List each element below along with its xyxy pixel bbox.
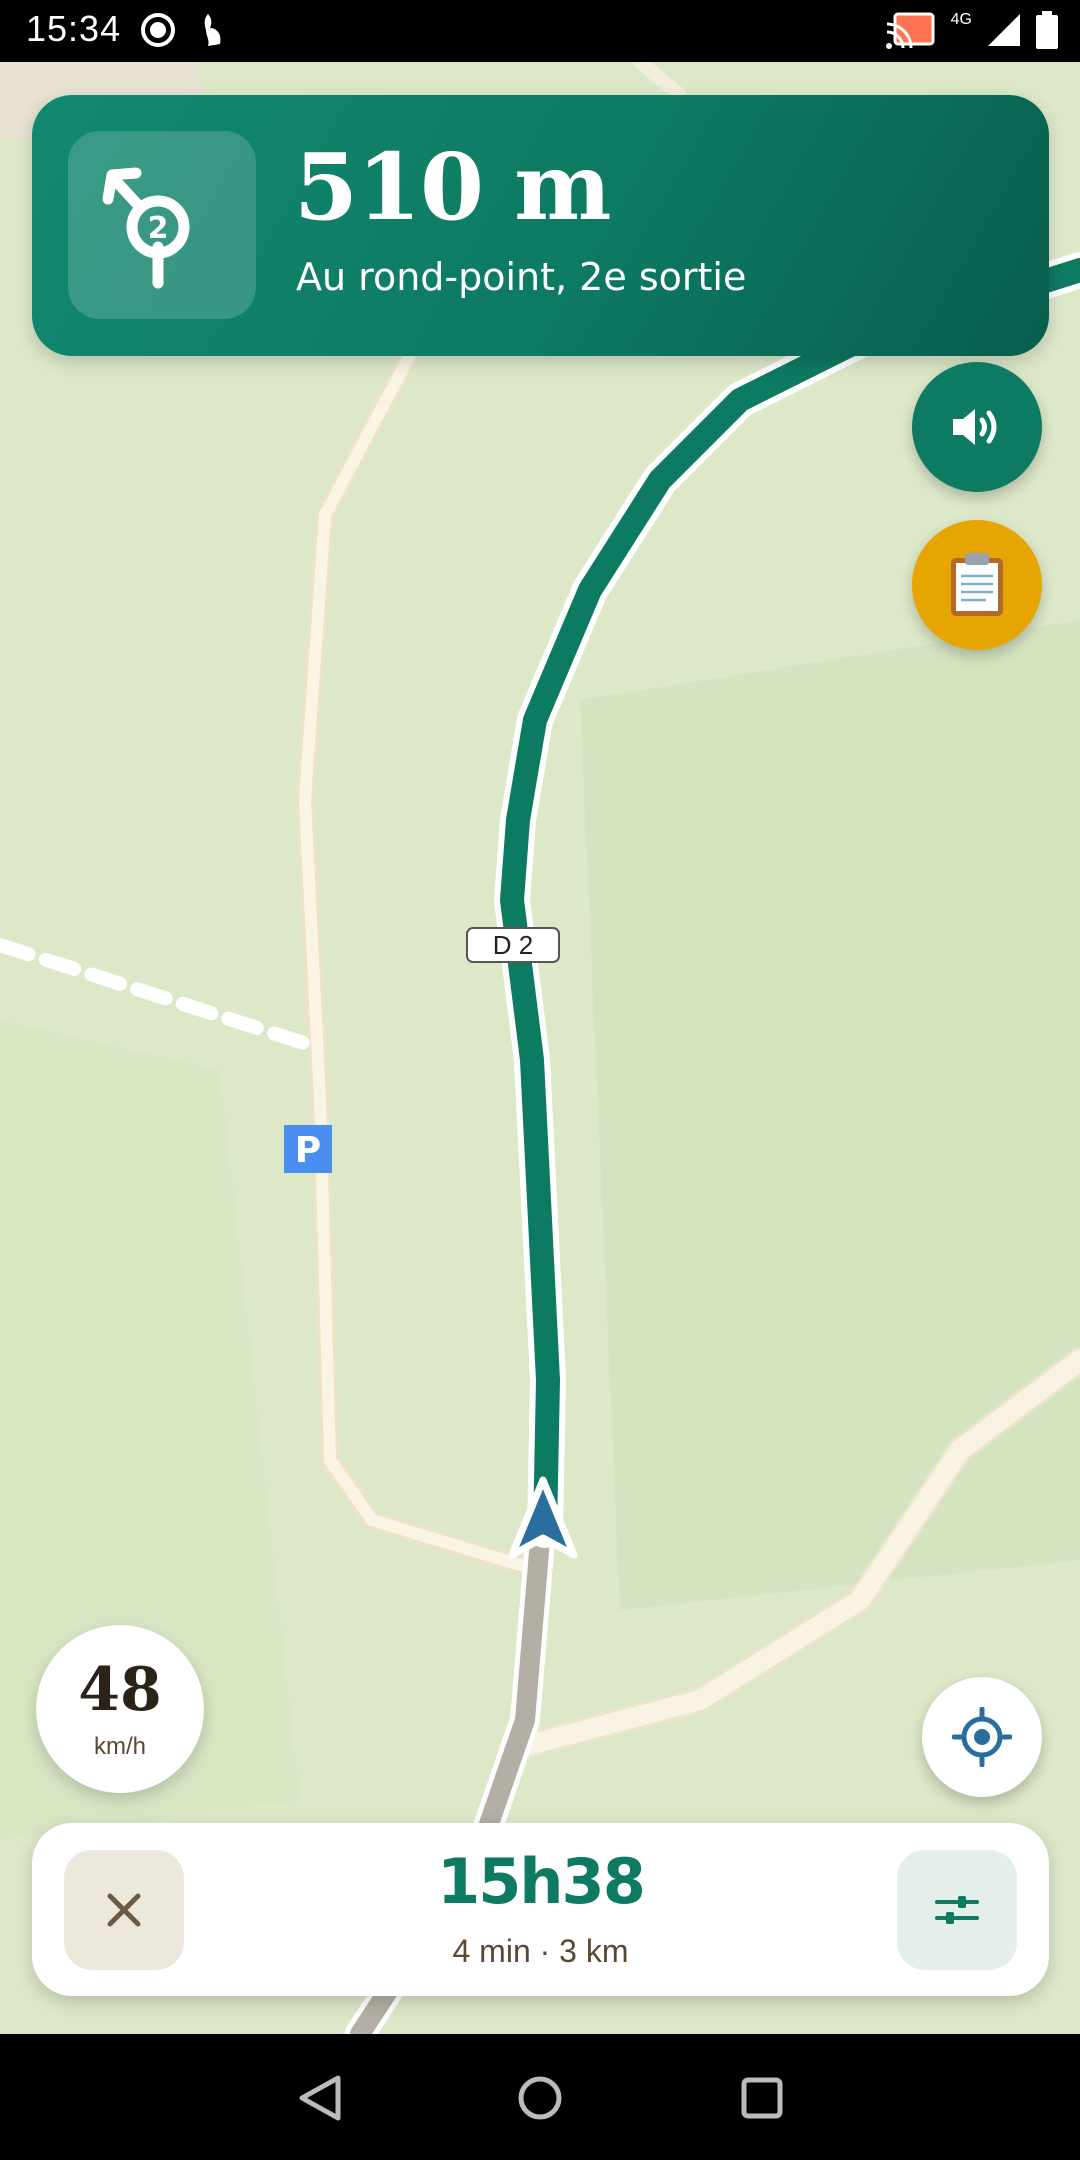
speaker-icon [953,409,997,445]
maneuver-instruction: Au rond-point, 2e sortie [296,255,747,299]
svg-text:D 2: D 2 [493,930,533,960]
maneuver-indicator: 2 [68,131,256,319]
network-type: 4G [950,11,972,28]
speed-value: 48 [78,1655,162,1725]
clipboard-icon [951,553,1003,616]
battery-icon [1036,11,1058,49]
sound-button[interactable] [912,362,1042,492]
trip-summary-card[interactable]: 15h38 4 min · 3 km [32,1823,1049,1996]
recents-button[interactable] [732,2068,792,2128]
signal-icon [988,14,1020,46]
navigation-instruction-banner[interactable]: 2 510 m Au rond-point, 2e sortie [32,95,1049,356]
recenter-button[interactable] [922,1677,1042,1797]
home-button[interactable] [510,2068,570,2128]
cast-icon [885,12,935,49]
status-bar: 15:34 4G [0,0,1080,62]
parking-icon[interactable]: P [284,1125,332,1173]
maneuver-distance: 510 m [294,133,611,241]
rabbit-icon [204,14,221,46]
speedometer: 48 km/h [36,1625,204,1793]
back-icon [299,2075,341,2121]
back-button[interactable] [290,2068,350,2128]
record-icon [141,13,175,47]
speed-unit: km/h [93,1733,146,1760]
status-time: 15:34 [26,8,122,49]
road-label: D 2 [466,927,560,963]
svg-text:2: 2 [148,211,169,246]
system-navigation-bar [0,2034,1080,2160]
locate-icon [952,1707,1012,1767]
roundabout-exit-2-icon: 2 [102,167,190,289]
svg-text:P: P [295,1130,321,1171]
home-icon [518,2076,562,2120]
recents-icon [741,2077,783,2119]
sliders-icon [935,1896,979,1924]
report-button[interactable] [912,520,1042,650]
route-options-button[interactable] [897,1850,1017,1970]
